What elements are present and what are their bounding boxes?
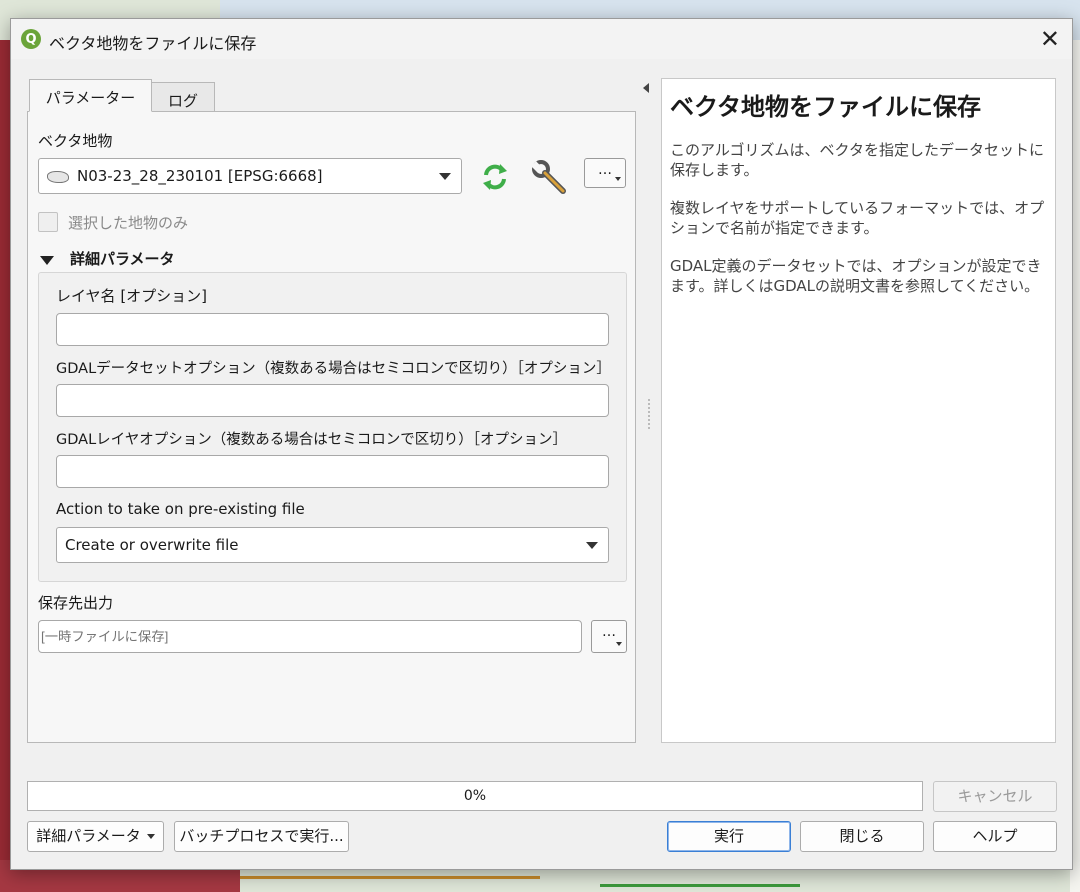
progress-bar: 0% [27, 781, 923, 811]
chevron-down-icon [616, 642, 622, 646]
window-title: ベクタ地物をファイルに保存 [49, 34, 257, 53]
parameters-panel: ベクタ地物 N03-23_28_230101 [EPSG:6668] … 選択し… [27, 111, 636, 743]
output-path-input[interactable] [38, 620, 582, 653]
collapse-panel-icon[interactable] [643, 83, 649, 93]
chevron-down-icon [439, 173, 451, 180]
vector-layer-select[interactable]: N03-23_28_230101 [EPSG:6668] [38, 158, 462, 194]
advanced-parameters-button-label: 詳細パラメータ [36, 827, 141, 845]
ellipsis-label: … [602, 624, 616, 640]
batch-process-button[interactable]: バッチプロセスで実行... [174, 821, 349, 852]
tab-parameters[interactable]: パラメーター [29, 79, 152, 112]
chevron-down-icon [615, 177, 621, 181]
more-options-button[interactable]: … [584, 158, 626, 188]
qgis-logo-icon: Q [21, 29, 41, 49]
advanced-parameters-button[interactable]: 詳細パラメータ [27, 821, 164, 852]
save-vector-dialog: Q ベクタ地物をファイルに保存 ✕ パラメーター ログ ベクタ地物 N03-23… [10, 18, 1073, 870]
progress-text: 0% [463, 788, 487, 804]
close-icon[interactable]: ✕ [1040, 25, 1060, 53]
advanced-parameters-group: レイヤ名 [オプション] GDALデータセットオプション（複数ある場合はセミコロ… [38, 272, 627, 582]
tab-log[interactable]: ログ [151, 82, 215, 112]
map-road [600, 884, 800, 887]
close-button[interactable]: 閉じる [800, 821, 924, 852]
cancel-button[interactable]: キャンセル [933, 781, 1057, 812]
gdal-layer-options-label: GDALレイヤオプション（複数ある場合はセミコロンで区切り）［オプション］ [56, 432, 567, 448]
help-paragraph: 複数レイヤをサポートしているフォーマットでは、オプションで名前が指定できます。 [670, 199, 1045, 237]
ellipsis-label: … [598, 162, 612, 178]
chevron-down-icon [586, 542, 598, 549]
output-browse-button[interactable]: … [591, 620, 627, 653]
chevron-down-icon [146, 834, 155, 839]
expand-triangle-icon[interactable] [40, 256, 54, 265]
vector-layer-label: ベクタ地物 [38, 132, 113, 150]
advanced-parameters-toggle[interactable]: 詳細パラメータ [70, 248, 175, 269]
help-paragraph: このアルゴリズムは、ベクタを指定したデータセットに保存します。 [670, 141, 1044, 179]
vector-layer-value: N03-23_28_230101 [EPSG:6668] [77, 167, 323, 185]
iterate-icon[interactable] [478, 160, 512, 194]
existing-file-action-value: Create or overwrite file [65, 536, 239, 554]
output-label: 保存先出力 [38, 594, 114, 612]
gdal-layer-options-input[interactable] [56, 455, 609, 488]
title-bar: Q ベクタ地物をファイルに保存 ✕ [11, 19, 1072, 59]
help-panel: ベクタ地物をファイルに保存 このアルゴリズムは、ベクタを指定したデータセットに保… [661, 78, 1056, 743]
help-button[interactable]: ヘルプ [933, 821, 1057, 852]
existing-file-action-select[interactable]: Create or overwrite file [56, 527, 609, 563]
run-button[interactable]: 実行 [667, 821, 791, 852]
wrench-icon[interactable] [530, 158, 568, 196]
selected-only-checkbox[interactable] [38, 212, 58, 232]
splitter-handle[interactable] [648, 399, 650, 429]
gdal-dataset-options-label: GDALデータセットオプション（複数ある場合はセミコロンで区切り）［オプション］ [56, 361, 611, 377]
help-title: ベクタ地物をファイルに保存 [670, 93, 982, 121]
gdal-dataset-options-input[interactable] [56, 384, 609, 417]
selected-only-label: 選択した地物のみ [68, 214, 189, 232]
help-paragraph: GDAL定義のデータセットでは、オプションが設定できます。詳しくはGDALの説明… [670, 257, 1042, 295]
map-road [240, 876, 540, 879]
layer-name-label: レイヤ名 [オプション] [56, 287, 208, 305]
layer-name-input[interactable] [56, 313, 609, 346]
polygon-layer-icon [47, 171, 69, 183]
existing-file-action-label: Action to take on pre-existing file [56, 500, 305, 518]
